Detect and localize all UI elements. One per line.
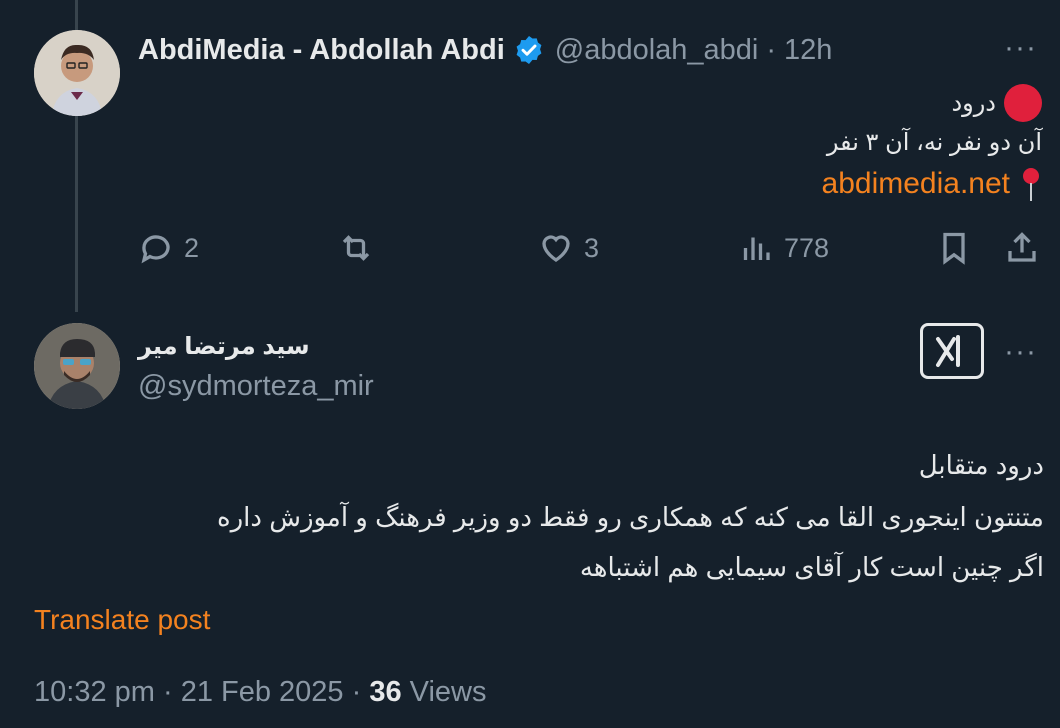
like-button[interactable]: 3 (538, 230, 599, 266)
more-options-icon[interactable]: ··· (1004, 337, 1037, 367)
pin-icon (1023, 168, 1039, 201)
post-date[interactable]: 21 Feb 2025 (181, 676, 344, 708)
reply-count: 2 (184, 232, 200, 263)
translate-post-link[interactable]: Translate post (34, 604, 210, 636)
display-name[interactable]: AbdiMedia - Abdollah Abdi (138, 34, 505, 67)
verified-badge-icon (516, 36, 542, 64)
timestamp[interactable]: 12h (784, 34, 832, 67)
handle[interactable]: @abdolah_abdi (555, 34, 759, 67)
like-count: 3 (584, 232, 600, 263)
separator-dot: · (351, 676, 370, 708)
retweet-button[interactable] (338, 230, 374, 266)
bookmark-icon (943, 232, 965, 265)
more-options-icon[interactable]: ··· (1004, 33, 1037, 63)
views-number: 36 (369, 676, 402, 708)
tweet-actions: 2 3 778 (138, 230, 1038, 280)
handle[interactable]: @sydmorteza_mir (138, 370, 374, 403)
tweet-line-3: abdimedia.net (822, 166, 1042, 202)
avatar-image (34, 323, 120, 409)
tweet-body-line: اگر چنین است کار آقای سیمایی هم اشتباهه (579, 552, 1044, 582)
like-icon (542, 235, 570, 262)
tweet-body-line: درود متقابل (918, 450, 1044, 480)
separator-dot: · (162, 676, 181, 708)
reply-button[interactable]: 2 (138, 230, 199, 266)
share-button[interactable] (1004, 230, 1040, 266)
views-label: Views (409, 676, 487, 708)
tweet-line-2: آن دو نفر نه، آن ۳ نفر (826, 129, 1042, 156)
bookmark-button[interactable] (936, 230, 972, 266)
views-button[interactable]: 778 (738, 230, 829, 266)
greeting-text: درود (951, 89, 996, 117)
retweet-icon (342, 235, 370, 261)
grok-button[interactable] (920, 323, 984, 379)
views-count: 778 (784, 232, 830, 263)
reply-icon (141, 235, 170, 264)
post-time[interactable]: 10:32 pm (34, 676, 155, 708)
avatar[interactable] (34, 323, 120, 409)
share-icon (1008, 232, 1036, 262)
display-name[interactable]: سید مرتضا میر (138, 332, 310, 361)
website-link[interactable]: abdimedia.net (822, 167, 1010, 201)
avatar-image (34, 30, 120, 116)
red-circle-icon (1004, 84, 1042, 122)
separator-dot: · (766, 33, 777, 66)
tweet-line-1: درود (951, 84, 1042, 122)
tweet-body-line: متنتون اینجوری القا می کنه که همکاری رو … (217, 502, 1044, 532)
avatar[interactable] (34, 30, 120, 116)
tweet-header: AbdiMedia - Abdollah Abdi @abdolah_abdi … (138, 30, 832, 70)
tweet-meta: 10:32 pm · 21 Feb 2025 · 36 Views (34, 676, 487, 709)
views-icon (743, 237, 770, 260)
grok-icon (936, 335, 960, 367)
